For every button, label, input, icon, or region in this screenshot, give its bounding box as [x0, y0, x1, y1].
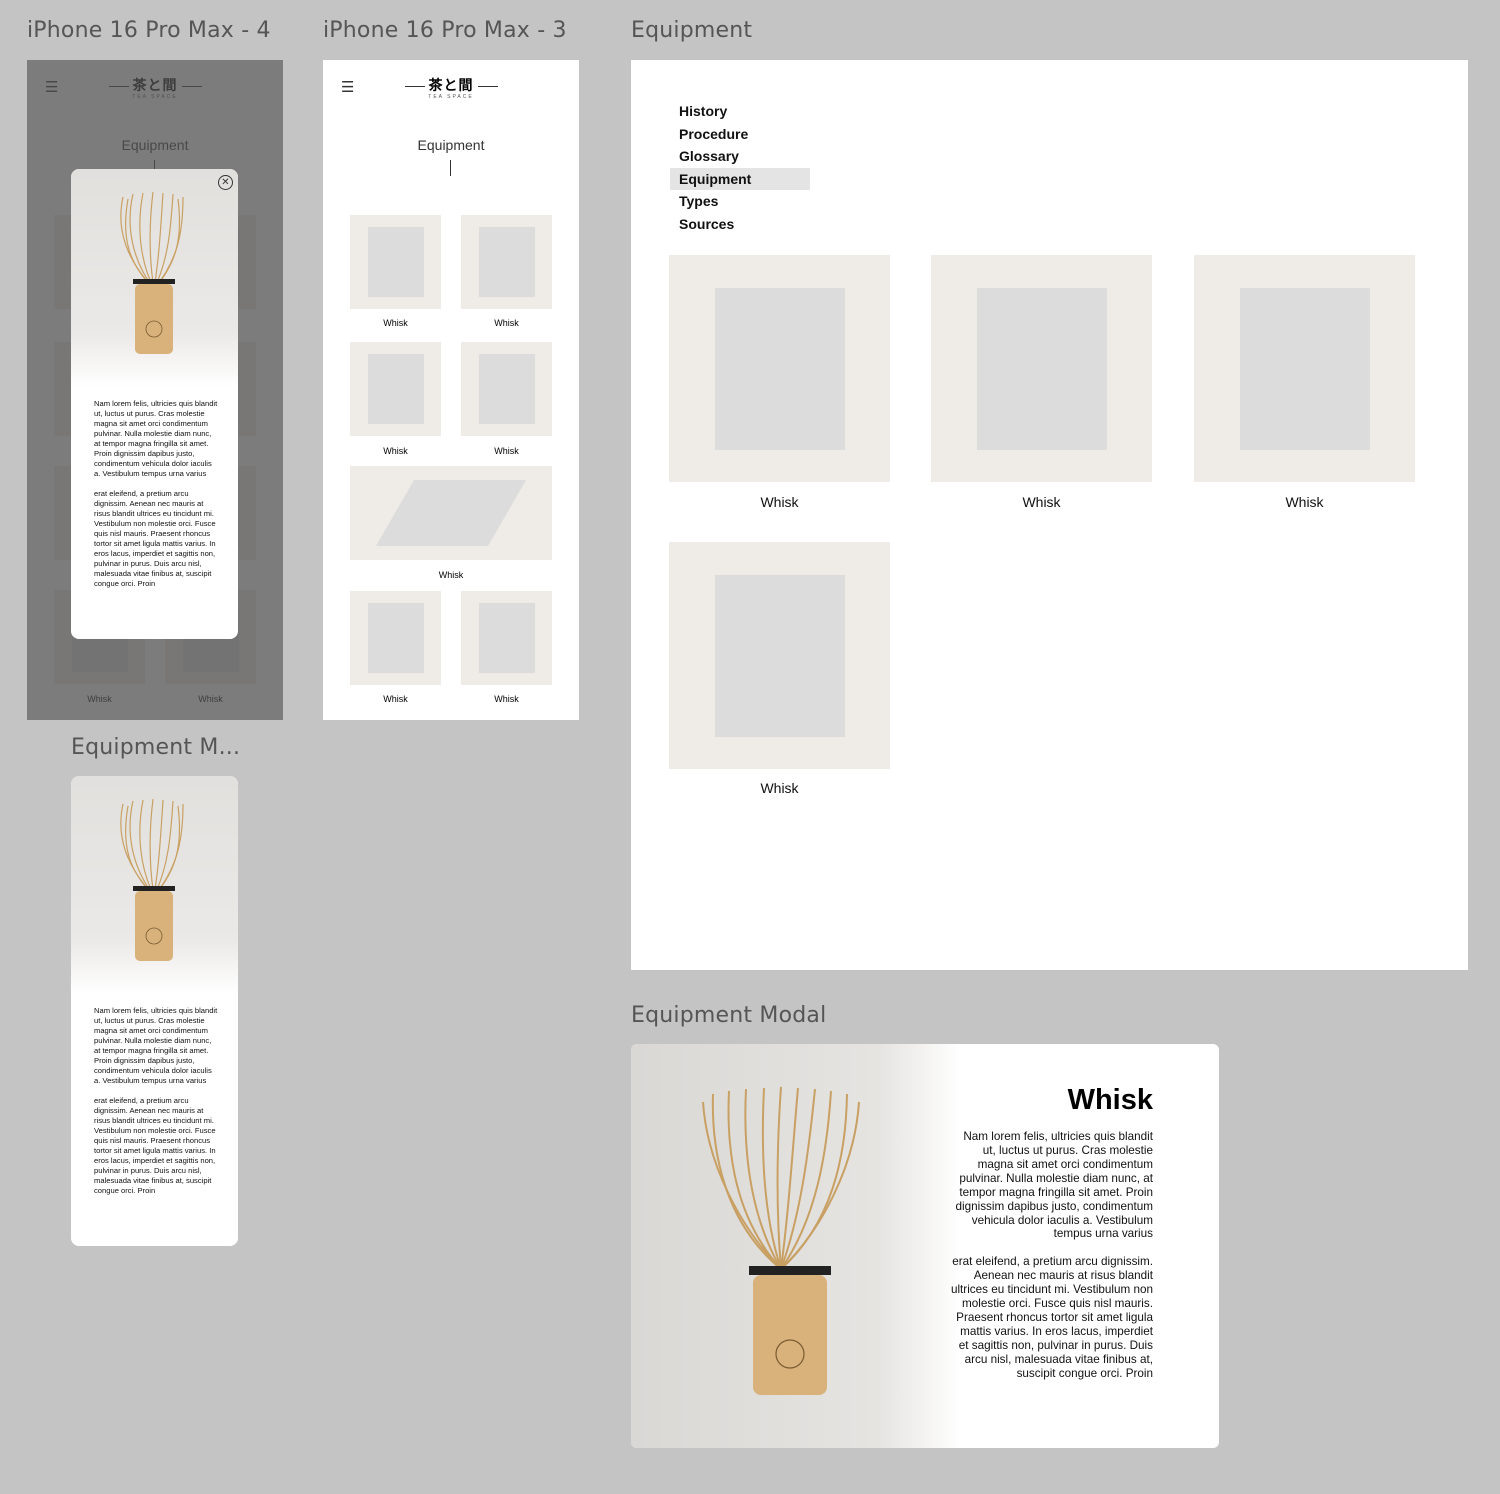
whisk-illustration	[120, 798, 184, 961]
whisk-thumbnail	[368, 227, 424, 297]
sidebar-nav: History Procedure Glossary Equipment Typ…	[670, 100, 810, 236]
card-label: Whisk	[438, 570, 464, 580]
card-label: Whisk	[1285, 494, 1324, 510]
modal-title: Whisk	[1067, 1084, 1153, 1116]
whisk-thumbnail	[715, 575, 845, 737]
equipment-card[interactable]	[669, 542, 890, 769]
equipment-card[interactable]	[350, 591, 441, 685]
logo-kanji: 茶と間	[323, 75, 579, 95]
card-label: Whisk	[494, 694, 519, 704]
logo-subtitle: TEA SPACE	[428, 94, 474, 100]
frame-title-modal-mobile: Equipment M...	[71, 735, 241, 760]
whisk-thumbnail	[715, 288, 845, 450]
card-label: Whisk	[383, 318, 408, 328]
equipment-card[interactable]	[669, 255, 890, 482]
whisk-illustration	[120, 191, 184, 354]
whisk-image	[631, 1044, 961, 1448]
whisk-thumbnail	[479, 227, 535, 297]
whisk-thumbnail	[479, 354, 535, 424]
phone4-frame: ☰ 茶と間 TEA SPACE Equipment Whisk Whisk	[27, 60, 283, 720]
whisk-thumbnail	[368, 354, 424, 424]
equipment-card[interactable]	[1194, 255, 1415, 482]
equipment-modal: ✕ Nam lorem felis, ultricies quis blandi…	[71, 169, 238, 639]
equipment-card[interactable]	[461, 342, 552, 436]
nav-item-equipment[interactable]: Equipment	[670, 167, 810, 191]
equipment-modal-mobile: Nam lorem felis, ultricies quis blandit …	[71, 776, 238, 1246]
nav-item-history[interactable]: History	[670, 100, 810, 123]
card-label: Whisk	[1022, 494, 1061, 510]
modal-description: Nam lorem felis, ultricies quis blandit …	[950, 1130, 1153, 1380]
phone3-frame: ☰ 茶と間 TEA SPACE Equipment Whisk Whisk Wh…	[323, 60, 579, 720]
nav-item-sources[interactable]: Sources	[670, 213, 810, 236]
whisk-image	[71, 776, 238, 994]
equipment-card[interactable]	[350, 342, 441, 436]
modal-description: Nam lorem felis, ultricies quis blandit …	[94, 1006, 218, 1196]
whisk-thumbnail	[977, 288, 1107, 450]
equipment-card[interactable]	[461, 591, 552, 685]
whisk-thumbnail	[1240, 288, 1370, 450]
equipment-card-wide[interactable]	[350, 466, 552, 560]
nav-item-procedure[interactable]: Procedure	[670, 123, 810, 146]
frame-title-modal-desktop: Equipment Modal	[631, 1003, 827, 1028]
close-circle-icon[interactable]: ✕	[218, 175, 233, 190]
frame-title-phone3: iPhone 16 Pro Max - 3	[323, 18, 567, 43]
equipment-modal-desktop: Whisk Nam lorem felis, ultricies quis bl…	[631, 1044, 1219, 1448]
nav-item-glossary[interactable]: Glossary	[670, 145, 810, 168]
title-divider	[450, 160, 451, 176]
card-label: Whisk	[383, 446, 408, 456]
nav-item-types[interactable]: Types	[670, 190, 810, 213]
equipment-card[interactable]	[350, 215, 441, 309]
page-title: Equipment	[417, 137, 485, 153]
card-label: Whisk	[760, 494, 799, 510]
whisk-thumbnail	[375, 480, 527, 546]
card-label: Whisk	[383, 694, 408, 704]
desktop-frame: History Procedure Glossary Equipment Typ…	[631, 60, 1468, 970]
whisk-thumbnail	[479, 603, 535, 673]
card-label: Whisk	[494, 318, 519, 328]
equipment-card[interactable]	[461, 215, 552, 309]
card-label: Whisk	[494, 446, 519, 456]
frame-title-desktop: Equipment	[631, 18, 753, 43]
whisk-illustration	[702, 1086, 860, 1395]
whisk-image	[71, 169, 238, 387]
logo[interactable]: 茶と間 TEA SPACE	[323, 75, 579, 100]
modal-description: Nam lorem felis, ultricies quis blandit …	[94, 399, 218, 589]
equipment-card[interactable]	[931, 255, 1152, 482]
whisk-thumbnail	[368, 603, 424, 673]
card-label: Whisk	[760, 780, 799, 796]
frame-title-phone4: iPhone 16 Pro Max - 4	[27, 18, 271, 43]
